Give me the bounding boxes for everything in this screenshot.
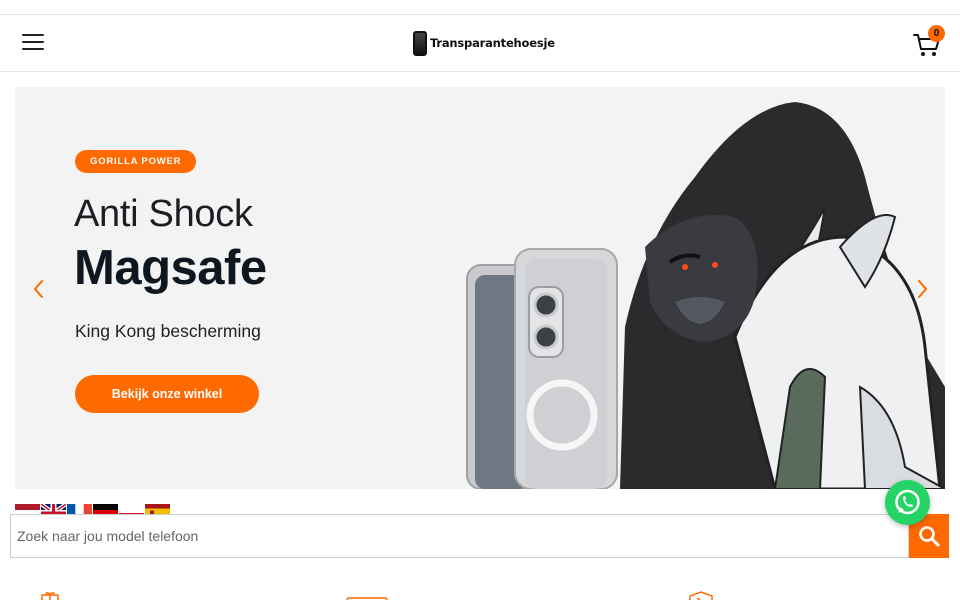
hero-banner: GORILLA POWER Anti Shock Magsafe King Ko… — [15, 87, 945, 489]
cart-button[interactable]: 0 — [912, 25, 945, 61]
cart-count-badge: 0 — [928, 25, 945, 42]
hero-subline: King Kong bescherming — [75, 321, 261, 341]
whatsapp-button[interactable] — [885, 480, 930, 525]
delivery-icon — [346, 597, 388, 600]
top-bar — [0, 0, 960, 15]
gorilla-illustration — [620, 102, 945, 489]
logo-text: Transparantehoesje — [430, 36, 555, 50]
hero-product-image — [466, 102, 945, 489]
whatsapp-icon — [895, 489, 920, 515]
phone-case-image — [466, 248, 618, 489]
shop-cta-button[interactable]: Bekijk onze winkel — [75, 375, 259, 413]
hero-badge: GORILLA POWER — [75, 150, 197, 173]
hero-headline-line2: Magsafe — [74, 241, 267, 295]
hero-headline-line1: Anti Shock — [74, 193, 253, 235]
search-bar — [10, 514, 909, 558]
hamburger-menu-icon[interactable] — [22, 33, 44, 51]
phone-logo-icon — [413, 30, 427, 56]
site-logo[interactable]: Transparantehoesje — [413, 29, 555, 57]
chevron-left-icon — [33, 280, 43, 298]
site-header: Transparantehoesje 0 — [0, 15, 960, 72]
shield-check-icon — [689, 591, 713, 600]
search-input[interactable] — [17, 515, 897, 557]
gift-icon — [41, 591, 59, 600]
slider-prev-button[interactable] — [29, 277, 49, 301]
